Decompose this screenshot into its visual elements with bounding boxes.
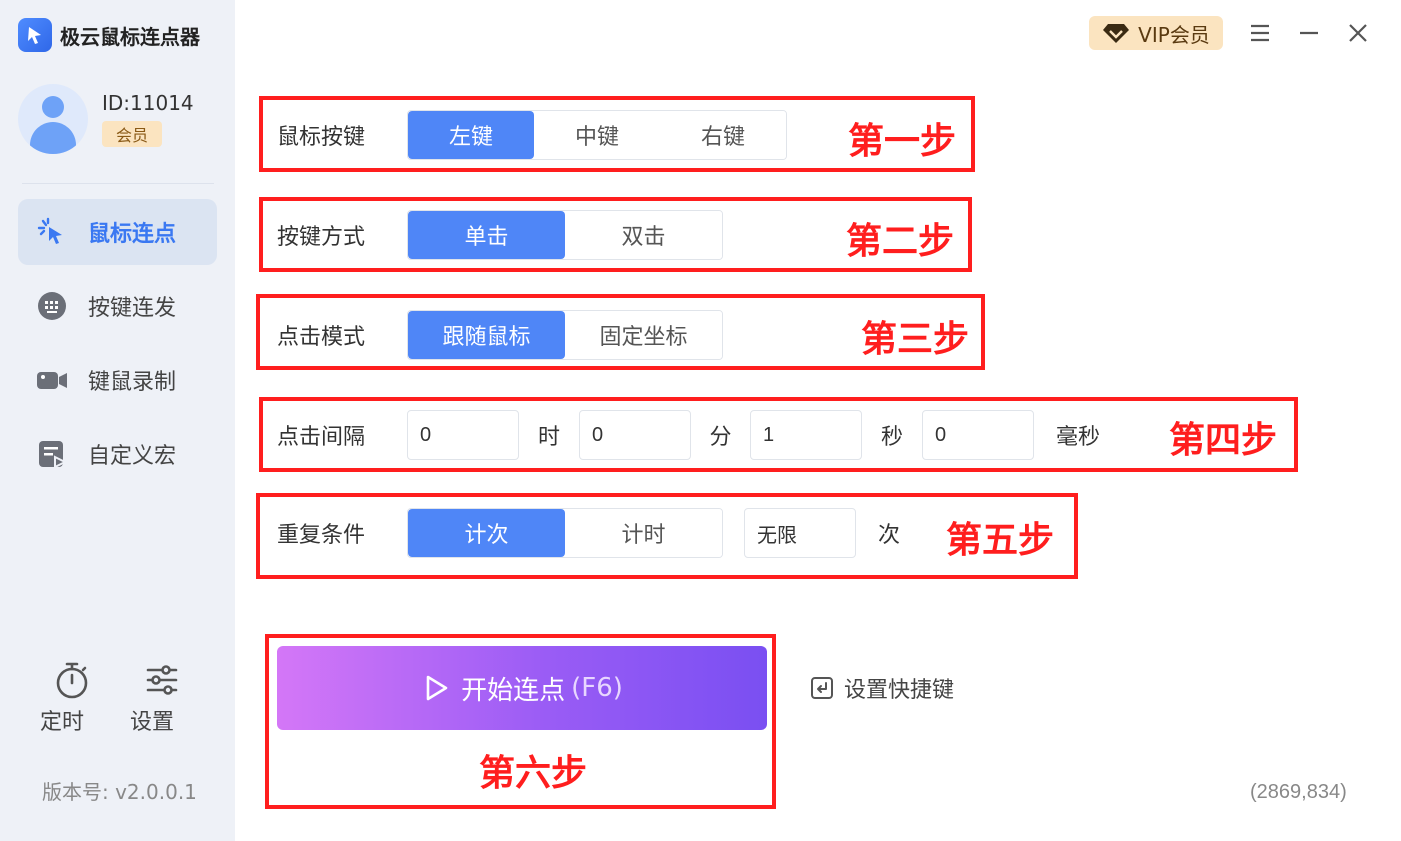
sidebar-item-mouse-click[interactable]: 鼠标连点 (18, 199, 217, 265)
keyboard-icon (36, 290, 68, 322)
macro-document-icon (36, 438, 68, 470)
sidebar-item-label: 鼠标连点 (88, 222, 177, 247)
repeat-row: 重复条件 计次 计时 无限 次 (277, 508, 900, 558)
fixed-coordinate-option[interactable]: 固定坐标 (565, 311, 722, 359)
minimize-icon (1300, 31, 1318, 35)
click-mode-segmented: 跟随鼠标 固定坐标 (407, 310, 723, 360)
hours-unit: 时 (537, 425, 560, 450)
user-profile: ID:11014 会员 (18, 84, 194, 154)
close-button[interactable] (1343, 18, 1373, 48)
sidebar-item-record[interactable]: 键鼠录制 (18, 347, 217, 413)
start-button-label: 开始连点 (461, 675, 566, 706)
step3-label: 第三步 (861, 319, 970, 360)
seconds-input[interactable]: 1 (750, 410, 862, 460)
milliseconds-input[interactable]: 0 (922, 410, 1034, 460)
user-id: ID:11014 (102, 91, 194, 115)
set-shortcut-link[interactable]: 设置快捷键 (810, 672, 954, 704)
member-badge: 会员 (102, 121, 163, 147)
step6-label: 第六步 (479, 753, 588, 794)
seconds-unit: 秒 (880, 425, 903, 450)
click-cursor-icon (36, 216, 68, 248)
settings-label: 设置 (130, 710, 175, 735)
minutes-input[interactable]: 0 (579, 410, 691, 460)
minutes-unit: 分 (709, 425, 732, 450)
timer-label: 定时 (40, 710, 85, 735)
settings-button[interactable]: 设置 (130, 660, 220, 736)
start-button-hotkey: (F6) (571, 673, 623, 703)
minimize-button[interactable] (1294, 18, 1324, 48)
repeat-count-unit: 次 (878, 523, 901, 548)
click-type-row: 按键方式 单击 双击 (277, 210, 723, 260)
step1-label: 第一步 (848, 121, 957, 162)
vip-label: VIP会员 (1138, 22, 1210, 47)
stopwatch-icon (52, 660, 92, 700)
app-brand: 极云鼠标连点器 (18, 18, 200, 52)
sidebar-divider (22, 183, 214, 184)
sidebar-item-label: 自定义宏 (88, 444, 177, 469)
duration-option[interactable]: 计时 (565, 509, 722, 557)
click-mode-row: 点击模式 跟随鼠标 固定坐标 (277, 310, 723, 360)
step4-label: 第四步 (1169, 420, 1278, 461)
cursor-icon (18, 18, 52, 52)
click-type-segmented: 单击 双击 (407, 210, 723, 260)
timer-button[interactable]: 定时 (40, 660, 130, 736)
bottom-tools: 定时 设置 (40, 660, 220, 736)
app-title: 极云鼠标连点器 (60, 24, 200, 49)
count-option[interactable]: 计次 (408, 509, 565, 557)
click-type-label: 按键方式 (277, 225, 366, 250)
vip-button[interactable]: VIP会员 (1089, 16, 1223, 50)
mouse-button-segmented: 左键 中键 右键 (407, 110, 787, 160)
sidebar-nav: 鼠标连点 按键连发 键鼠录制 自定义宏 (18, 199, 217, 495)
cursor-coordinates: (2869,834) (1250, 781, 1347, 803)
sidebar-item-label: 按键连发 (88, 296, 177, 321)
menu-icon (1251, 24, 1269, 42)
double-click-option[interactable]: 双击 (565, 211, 722, 259)
left-button-option[interactable]: 左键 (408, 111, 534, 159)
avatar[interactable] (18, 84, 88, 154)
version-label: 版本号: v2.0.0.1 (42, 780, 197, 804)
sliders-icon (142, 660, 182, 700)
hours-input[interactable]: 0 (407, 410, 519, 460)
middle-button-option[interactable]: 中键 (534, 111, 660, 159)
sidebar: 极云鼠标连点器 ID:11014 会员 鼠标连点 按键连发 键鼠录制 自定义宏 … (0, 0, 235, 841)
play-icon (426, 675, 448, 701)
set-shortcut-label: 设置快捷键 (844, 678, 955, 703)
menu-button[interactable] (1245, 18, 1275, 48)
sidebar-item-macro[interactable]: 自定义宏 (18, 421, 217, 487)
interval-row: 点击间隔 0 时 0 分 1 秒 0 毫秒 (277, 410, 1100, 460)
keyboard-return-icon (811, 677, 833, 699)
follow-mouse-option[interactable]: 跟随鼠标 (408, 311, 565, 359)
repeat-label: 重复条件 (277, 523, 366, 548)
interval-label: 点击间隔 (277, 425, 366, 450)
right-button-option[interactable]: 右键 (660, 111, 786, 159)
sidebar-item-label: 键鼠录制 (88, 370, 177, 395)
mouse-button-row: 鼠标按键 左键 中键 右键 (277, 110, 787, 160)
diamond-icon (1103, 24, 1130, 43)
step5-label: 第五步 (946, 520, 1055, 561)
click-mode-label: 点击模式 (277, 325, 366, 350)
milliseconds-unit: 毫秒 (1056, 425, 1101, 450)
mouse-button-label: 鼠标按键 (277, 125, 366, 150)
close-icon (1349, 24, 1367, 42)
video-camera-icon (36, 364, 68, 396)
repeat-segmented: 计次 计时 (407, 508, 723, 558)
single-click-option[interactable]: 单击 (408, 211, 565, 259)
start-clicking-button[interactable]: 开始连点 (F6) (277, 646, 767, 730)
sidebar-item-key-repeat[interactable]: 按键连发 (18, 273, 217, 339)
repeat-count-input[interactable]: 无限 (744, 508, 856, 558)
step2-label: 第二步 (846, 221, 955, 262)
